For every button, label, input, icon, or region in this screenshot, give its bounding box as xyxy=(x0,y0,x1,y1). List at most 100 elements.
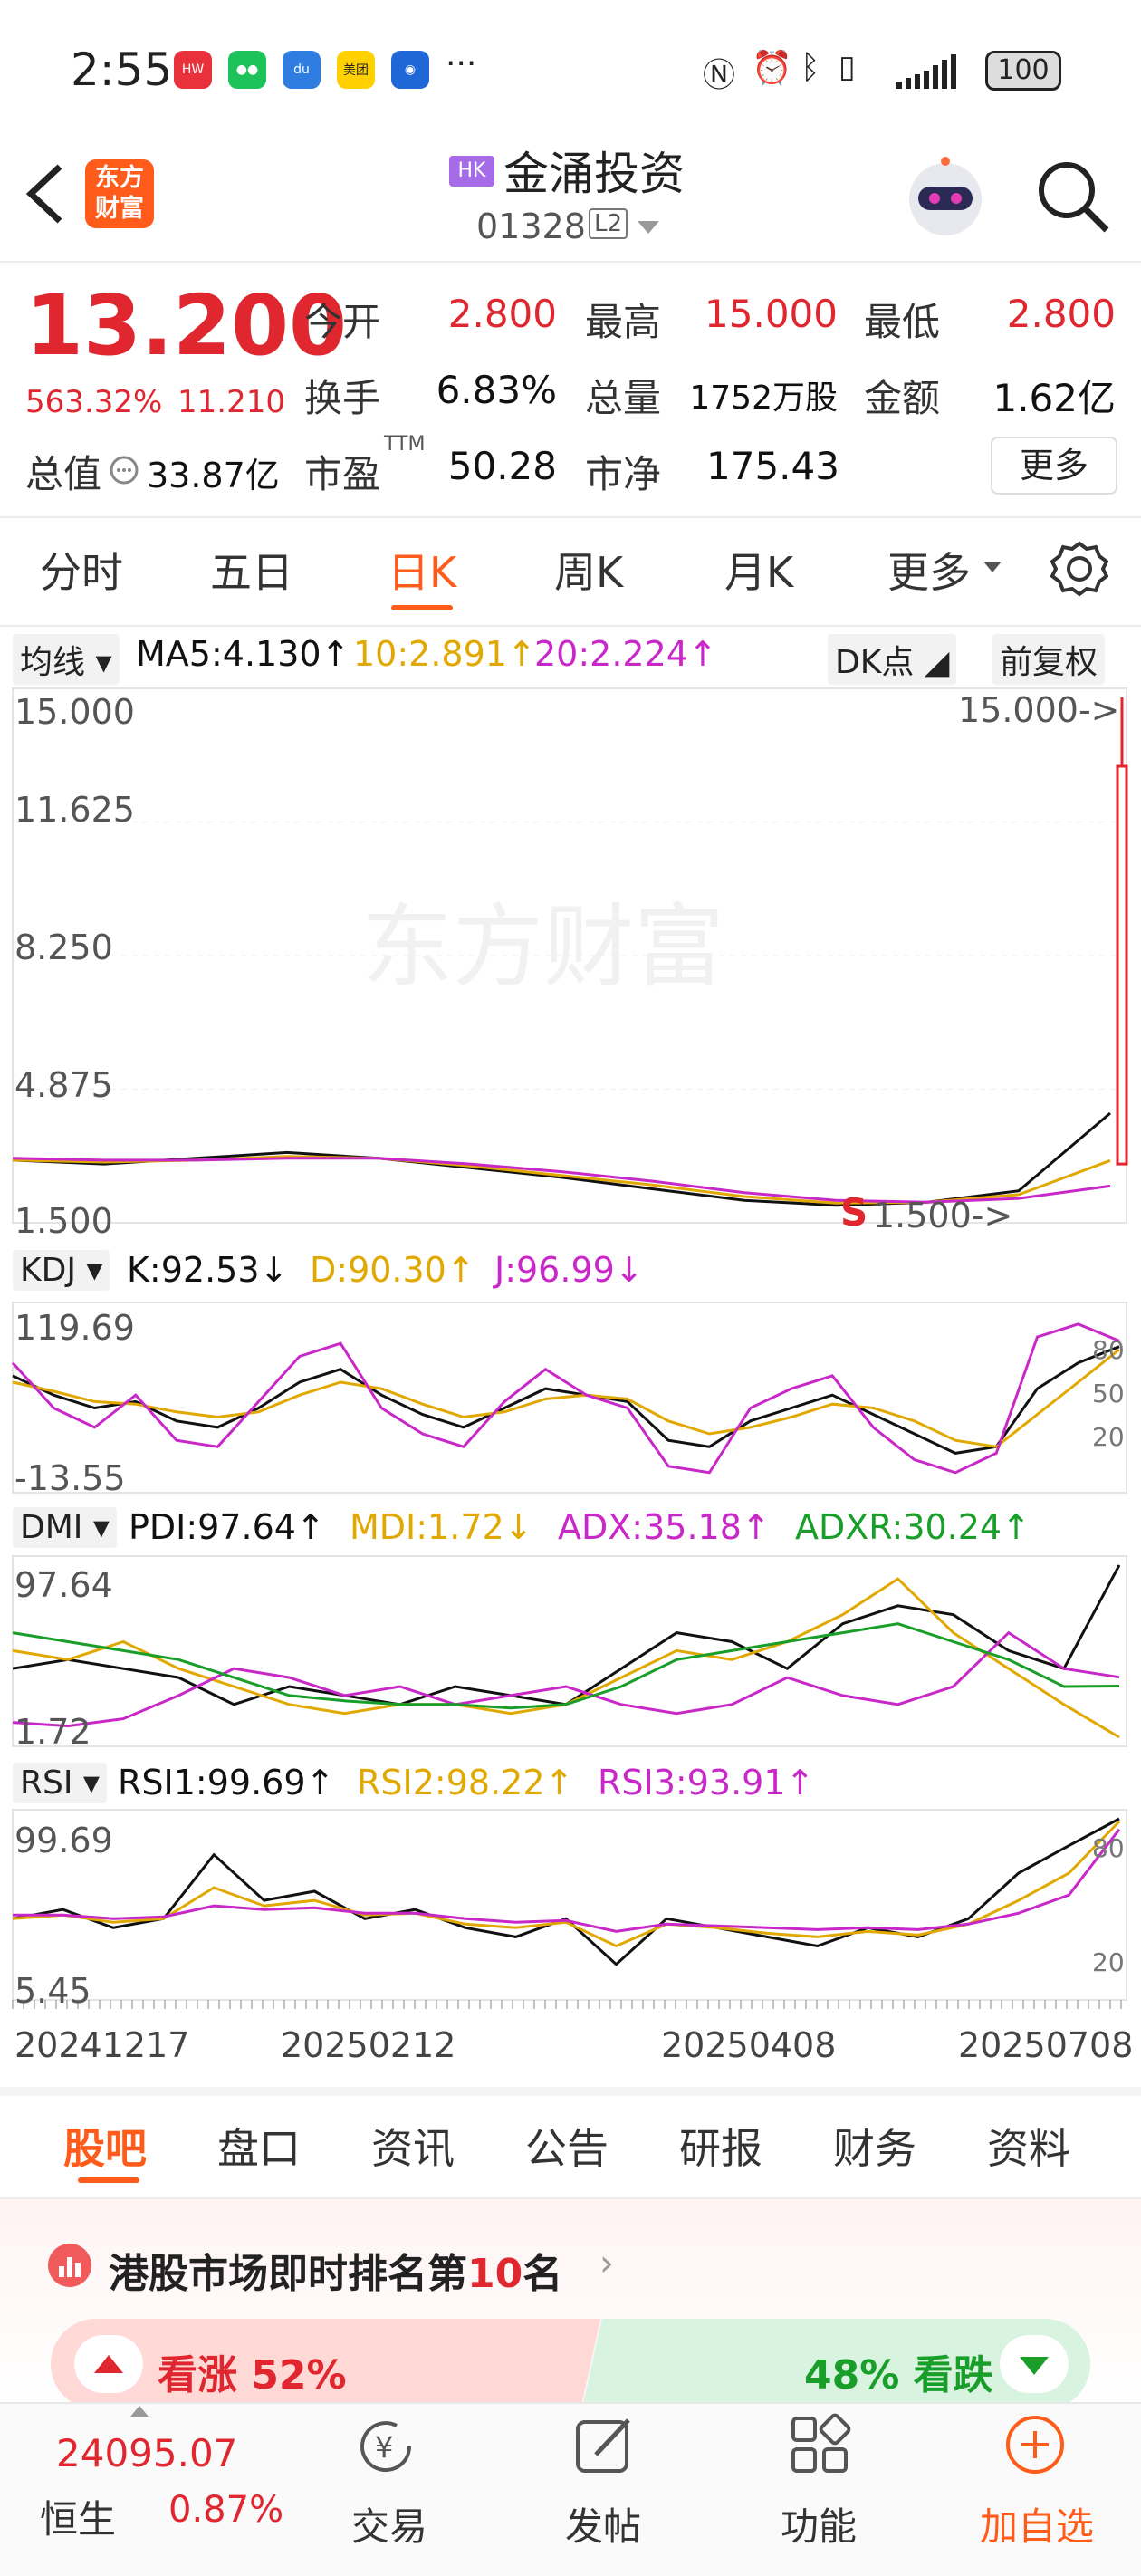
pe-value: 50.28 xyxy=(447,444,557,488)
rsi-line-rsi1 xyxy=(12,1817,1120,1966)
browser-app-icon: ◉ xyxy=(391,51,429,89)
tab-order-book[interactable]: 盘口 xyxy=(217,2116,301,2176)
tab-announcements[interactable]: 公告 xyxy=(525,2116,609,2176)
status-bar: 2:55 HW ●● du 美团 ◉ ··· Ⓝ ⏰ ᛒ ▯ 100 xyxy=(0,0,1141,136)
kdj-level-20: 20 xyxy=(1092,1422,1125,1452)
ranking-text[interactable]: 港股市场即时排名第10名 xyxy=(109,2241,562,2299)
kdj-d-value: D:90.30↑ xyxy=(310,1250,475,1290)
volume-label: 总量 xyxy=(585,376,662,420)
y-tick-11625: 11.625 xyxy=(14,790,135,830)
rsi-selector-label: RSI xyxy=(20,1764,73,1802)
tab-weekly-k[interactable]: 周K xyxy=(554,540,623,600)
pb-label: 市净 xyxy=(585,452,662,496)
caret-up-icon xyxy=(130,2406,149,2417)
tab-news[interactable]: 资讯 xyxy=(371,2116,455,2176)
tab-five-day[interactable]: 五日 xyxy=(210,540,293,600)
y-tick-1500: 1.500 xyxy=(14,1201,113,1241)
trade-label[interactable]: 交易 xyxy=(351,2496,427,2552)
robot-assistant-icon[interactable] xyxy=(902,154,989,241)
section-divider xyxy=(0,2087,1141,2096)
market-cap-value: 33.87亿 xyxy=(147,456,280,495)
rsi-level-20: 20 xyxy=(1092,1947,1125,1977)
amount-label: 金额 xyxy=(864,376,941,420)
dmi-selector-label: DMI xyxy=(20,1509,83,1546)
hsi-value[interactable]: 24095.07 xyxy=(56,2431,237,2475)
tab-research[interactable]: 研报 xyxy=(679,2116,762,2176)
arrow-up-icon xyxy=(94,2355,123,2373)
ma-selector-label: 均线 xyxy=(20,644,86,681)
tab-forum[interactable]: 股吧 xyxy=(63,2116,147,2176)
open-label: 今开 xyxy=(304,300,381,344)
rsi-line-rsi2 xyxy=(12,1820,1121,1948)
kdj-line-k xyxy=(12,1345,1120,1455)
functions-label[interactable]: 功能 xyxy=(781,2496,857,2552)
caret-down-icon xyxy=(983,562,1002,572)
dmi-line-mdi xyxy=(12,1577,1120,1739)
chevron-down-icon[interactable] xyxy=(638,221,659,235)
x-date-1: 20241217 xyxy=(14,2025,190,2065)
rsi-selector[interactable]: RSI ▾ xyxy=(13,1763,107,1803)
ma-selector[interactable]: 均线 ▾ xyxy=(13,634,120,685)
post-label[interactable]: 发帖 xyxy=(565,2496,641,2552)
level2-badge[interactable]: L2 xyxy=(589,208,628,239)
tab-more[interactable]: 更多 xyxy=(887,540,971,600)
back-icon[interactable] xyxy=(22,161,67,226)
vibrate-icon: ▯ xyxy=(839,49,856,85)
signal-icon xyxy=(896,54,956,89)
more-button[interactable]: 更多 xyxy=(991,437,1117,495)
more-notifications-icon: ··· xyxy=(446,45,477,82)
kline-chart[interactable]: 东方财富 xyxy=(0,679,1141,2056)
last-candle-body xyxy=(1116,764,1128,1166)
nfc-icon: Ⓝ xyxy=(703,57,736,94)
info-icon[interactable] xyxy=(109,455,139,485)
functions-icon[interactable] xyxy=(788,2413,851,2476)
dk-points-label: DK点 xyxy=(835,644,915,681)
panel-frame-3 xyxy=(12,1809,1127,2001)
turnover-value: 6.83% xyxy=(436,368,557,412)
active-tab-indicator xyxy=(391,605,453,610)
gear-icon[interactable] xyxy=(1050,540,1108,598)
hsi-change[interactable]: 0.87% xyxy=(168,2489,283,2531)
y-tick-8250: 8.250 xyxy=(14,928,113,967)
low-value: 2.800 xyxy=(1006,292,1116,336)
tab-financials[interactable]: 财务 xyxy=(833,2116,916,2176)
rsi1-value: RSI1:99.69↑ xyxy=(118,1763,335,1802)
watermark: 东方财富 xyxy=(362,897,724,998)
adjust-button[interactable]: 前复权 xyxy=(992,634,1106,685)
ranking-suffix: 名 xyxy=(523,2251,563,2297)
battery-icon: 100 xyxy=(985,51,1061,91)
y-tick-4875: 4.875 xyxy=(14,1065,113,1105)
kdj-level-50: 50 xyxy=(1092,1379,1125,1408)
dmi-line-adx xyxy=(12,1630,1120,1728)
search-icon[interactable] xyxy=(1034,158,1112,235)
tab-monthly-k[interactable]: 月K xyxy=(724,540,793,600)
trade-icon[interactable]: ¥ xyxy=(355,2415,418,2478)
dk-points-button[interactable]: DK点 ◢ xyxy=(828,634,957,685)
eastmoney-logo: 东方 财富 xyxy=(85,159,154,228)
pb-value: 175.43 xyxy=(706,444,839,488)
stock-code: 01328 xyxy=(476,207,586,246)
rsi-level-80: 80 xyxy=(1092,1833,1125,1863)
dmi-line-pdi xyxy=(12,1564,1121,1706)
kdj-selector-label: KDJ xyxy=(20,1252,76,1289)
pe-ttm-superscript: TTM xyxy=(384,433,426,456)
active-info-tab-indicator xyxy=(78,2177,139,2183)
tab-daily-k[interactable]: 日K xyxy=(388,540,456,600)
kdj-selector[interactable]: KDJ ▾ xyxy=(13,1250,110,1291)
chevron-right-icon[interactable]: › xyxy=(599,2243,614,2284)
tab-intraday[interactable]: 分时 xyxy=(40,540,123,600)
stock-name: 金涌投资 xyxy=(503,148,685,200)
low-label: 最低 xyxy=(864,300,941,344)
meituan-app-icon: 美团 xyxy=(337,51,375,89)
ranking-icon xyxy=(48,2244,91,2287)
add-watch-label[interactable]: 加自选 xyxy=(980,2496,1094,2552)
high-value: 15.000 xyxy=(705,292,838,336)
dmi-selector[interactable]: DMI ▾ xyxy=(13,1507,117,1548)
hsi-name[interactable]: 恒生 xyxy=(40,2489,116,2544)
huawei-app-icon: HW xyxy=(174,51,212,89)
post-icon[interactable] xyxy=(572,2413,636,2476)
change-amount: 11.210 xyxy=(177,384,285,420)
x-date-4: 20250708 xyxy=(958,2025,1134,2065)
tab-profile[interactable]: 资料 xyxy=(987,2116,1070,2176)
add-watch-icon[interactable] xyxy=(1003,2413,1067,2476)
